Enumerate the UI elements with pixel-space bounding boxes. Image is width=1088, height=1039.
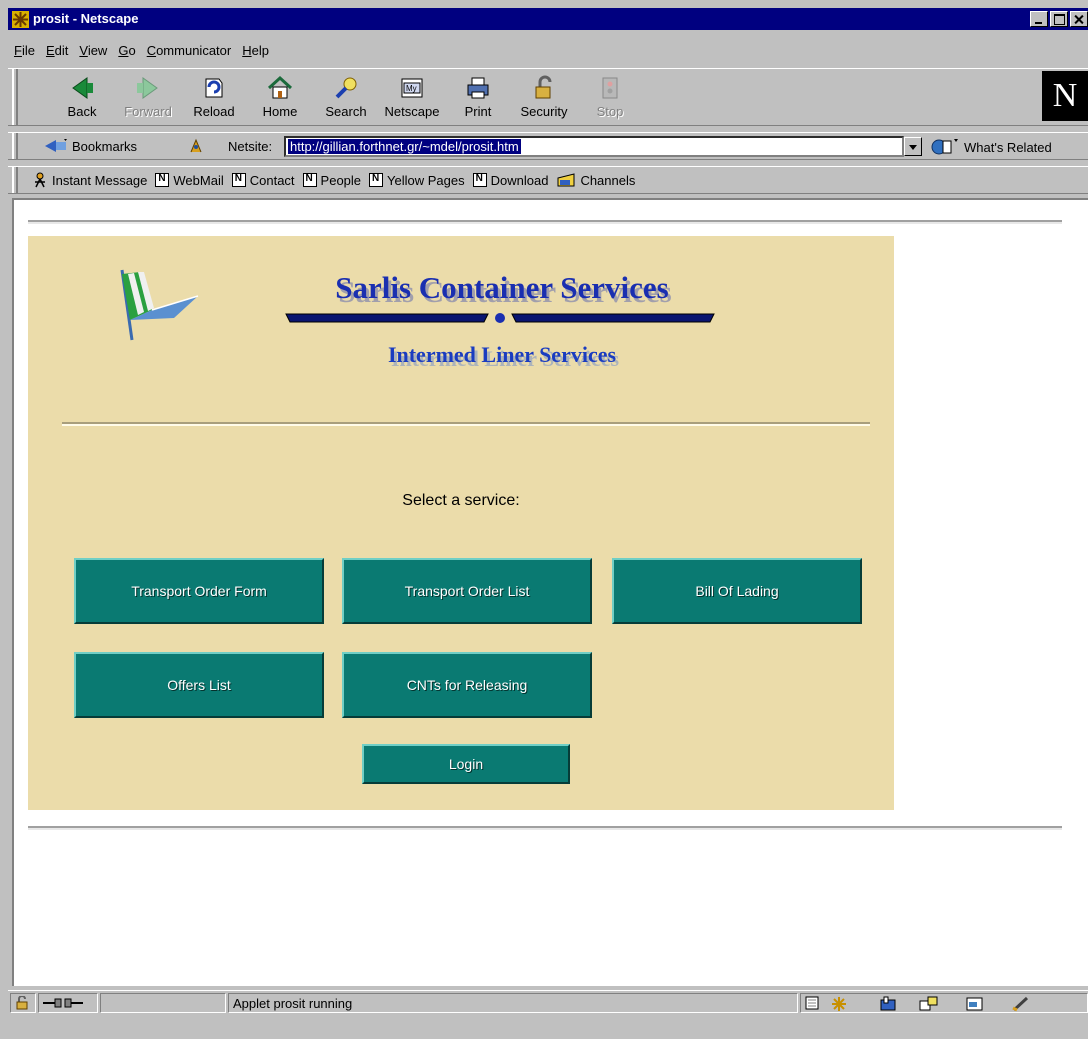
connection-status bbox=[38, 993, 98, 1013]
services-panel: Sarlis Container Services Sarlis Contain… bbox=[28, 236, 894, 810]
transport-order-form-button[interactable]: Transport Order Form bbox=[74, 558, 324, 624]
location-grip[interactable] bbox=[12, 133, 18, 159]
netscape-app-icon bbox=[12, 11, 29, 28]
page-proxy-icon[interactable] bbox=[188, 138, 204, 154]
webmail-link[interactable]: WebMail bbox=[155, 173, 224, 188]
netsite-label: Netsite: bbox=[228, 139, 273, 154]
cnts-for-releasing-button[interactable]: CNTs for Releasing bbox=[342, 652, 592, 718]
channels-icon bbox=[557, 173, 575, 187]
panel-divider bbox=[62, 422, 870, 426]
login-button[interactable]: Login bbox=[362, 744, 570, 784]
bookmarks-button[interactable]: Bookmarks bbox=[44, 138, 137, 154]
status-message: Applet prosit running bbox=[228, 993, 798, 1013]
company-flag-logo bbox=[120, 269, 199, 341]
padlock-icon bbox=[16, 996, 28, 1010]
bookmark-page-icon bbox=[231, 173, 246, 187]
forward-arrow-icon bbox=[137, 77, 158, 99]
people-link[interactable]: People bbox=[302, 173, 361, 188]
close-button[interactable] bbox=[1070, 11, 1088, 27]
location-toolbar: Bookmarks Netsite: http://gillian.forthn… bbox=[8, 132, 1088, 160]
address-book-icon[interactable] bbox=[965, 996, 985, 1012]
menu-file[interactable]: File bbox=[14, 40, 35, 62]
bookmark-page-icon bbox=[472, 173, 487, 187]
back-arrow-icon bbox=[72, 77, 93, 99]
home-icon bbox=[267, 75, 293, 99]
menu-help[interactable]: Help bbox=[242, 40, 269, 62]
bill-of-lading-button[interactable]: Bill Of Lading bbox=[612, 558, 862, 624]
netscape-logo[interactable]: N bbox=[1042, 71, 1088, 121]
connection-plug-icon bbox=[43, 998, 83, 1008]
whats-related-icon bbox=[931, 139, 958, 155]
url-text: http://gillian.forthnet.gr/~mdel/prosit.… bbox=[288, 139, 521, 154]
menu-communicator[interactable]: Communicator bbox=[147, 40, 232, 62]
discussions-icon[interactable] bbox=[919, 996, 939, 1012]
contact-link[interactable]: Contact bbox=[231, 173, 295, 188]
navigator-icon[interactable] bbox=[831, 996, 847, 1012]
select-service-prompt: Select a service: bbox=[402, 492, 520, 509]
yellow-pages-link[interactable]: Yellow Pages bbox=[369, 173, 465, 188]
menu-view[interactable]: View bbox=[79, 40, 107, 62]
security-lock-icon bbox=[535, 75, 552, 99]
toolbar-grip[interactable] bbox=[12, 69, 18, 125]
security-button[interactable]: Security bbox=[514, 73, 574, 125]
bookmark-page-icon bbox=[302, 173, 317, 187]
stop-button[interactable]: Stop bbox=[580, 73, 640, 125]
stop-icon bbox=[602, 77, 618, 99]
url-input[interactable]: http://gillian.forthnet.gr/~mdel/prosit.… bbox=[284, 136, 904, 157]
bookmarks-icon bbox=[45, 139, 67, 152]
svg-text:My: My bbox=[406, 84, 417, 93]
instant-message-icon bbox=[35, 172, 45, 188]
whats-related-button[interactable]: What's Related bbox=[930, 138, 1052, 156]
bookmark-page-icon bbox=[155, 173, 170, 187]
print-button[interactable]: Print bbox=[448, 73, 508, 125]
status-bar: Applet prosit running bbox=[8, 990, 1088, 1016]
mailbox-icon[interactable] bbox=[879, 996, 899, 1012]
window-title: prosit - Netscape bbox=[33, 11, 139, 26]
navigation-toolbar: Back Forward Reload Home Search My Netsc… bbox=[8, 68, 1088, 126]
instant-message-button[interactable]: Instant Message bbox=[32, 172, 147, 188]
netscape-button[interactable]: My Netscape bbox=[382, 73, 442, 125]
url-history-dropdown[interactable] bbox=[904, 137, 922, 156]
minimize-button[interactable] bbox=[1030, 11, 1048, 27]
home-button[interactable]: Home bbox=[250, 73, 310, 125]
bookmark-page-icon bbox=[369, 173, 384, 187]
reload-icon bbox=[205, 78, 223, 98]
bottom-divider bbox=[28, 826, 1062, 830]
forward-button[interactable]: Forward bbox=[118, 73, 178, 125]
search-button[interactable]: Search bbox=[316, 73, 376, 125]
maximize-button[interactable] bbox=[1050, 11, 1068, 27]
security-status[interactable] bbox=[10, 993, 36, 1013]
component-bar bbox=[800, 993, 1088, 1013]
menu-bar: File Edit View Go Communicator Help bbox=[8, 40, 269, 62]
download-link[interactable]: Download bbox=[472, 173, 548, 188]
netscape-window: prosit - Netscape File Edit View Go Comm… bbox=[0, 0, 1088, 1039]
composer-icon[interactable] bbox=[1011, 996, 1031, 1012]
banner-subtitle: Intermed Liner Services bbox=[388, 342, 617, 367]
channels-link[interactable]: Channels bbox=[556, 172, 635, 188]
offers-list-button[interactable]: Offers List bbox=[74, 652, 324, 718]
transport-order-list-button[interactable]: Transport Order List bbox=[342, 558, 592, 624]
back-button[interactable]: Back bbox=[52, 73, 112, 125]
menu-go[interactable]: Go bbox=[118, 40, 135, 62]
reload-button[interactable]: Reload bbox=[184, 73, 244, 125]
progress-meter bbox=[100, 993, 226, 1013]
page-content: Sarlis Container Services Sarlis Contain… bbox=[12, 198, 1088, 986]
my-netscape-icon: My bbox=[401, 78, 423, 98]
banner-title: Sarlis Container Services bbox=[335, 270, 669, 305]
search-icon bbox=[335, 77, 357, 99]
personal-toolbar: Instant Message WebMail Contact People Y… bbox=[8, 166, 1088, 194]
menu-edit[interactable]: Edit bbox=[46, 40, 68, 62]
personal-grip[interactable] bbox=[12, 167, 18, 193]
title-bar: prosit - Netscape bbox=[8, 8, 1088, 30]
top-divider bbox=[28, 220, 1062, 224]
printer-icon bbox=[467, 77, 489, 99]
company-banner: Sarlis Container Services Sarlis Contain… bbox=[285, 270, 715, 371]
navigator-component-icon[interactable] bbox=[805, 996, 819, 1010]
